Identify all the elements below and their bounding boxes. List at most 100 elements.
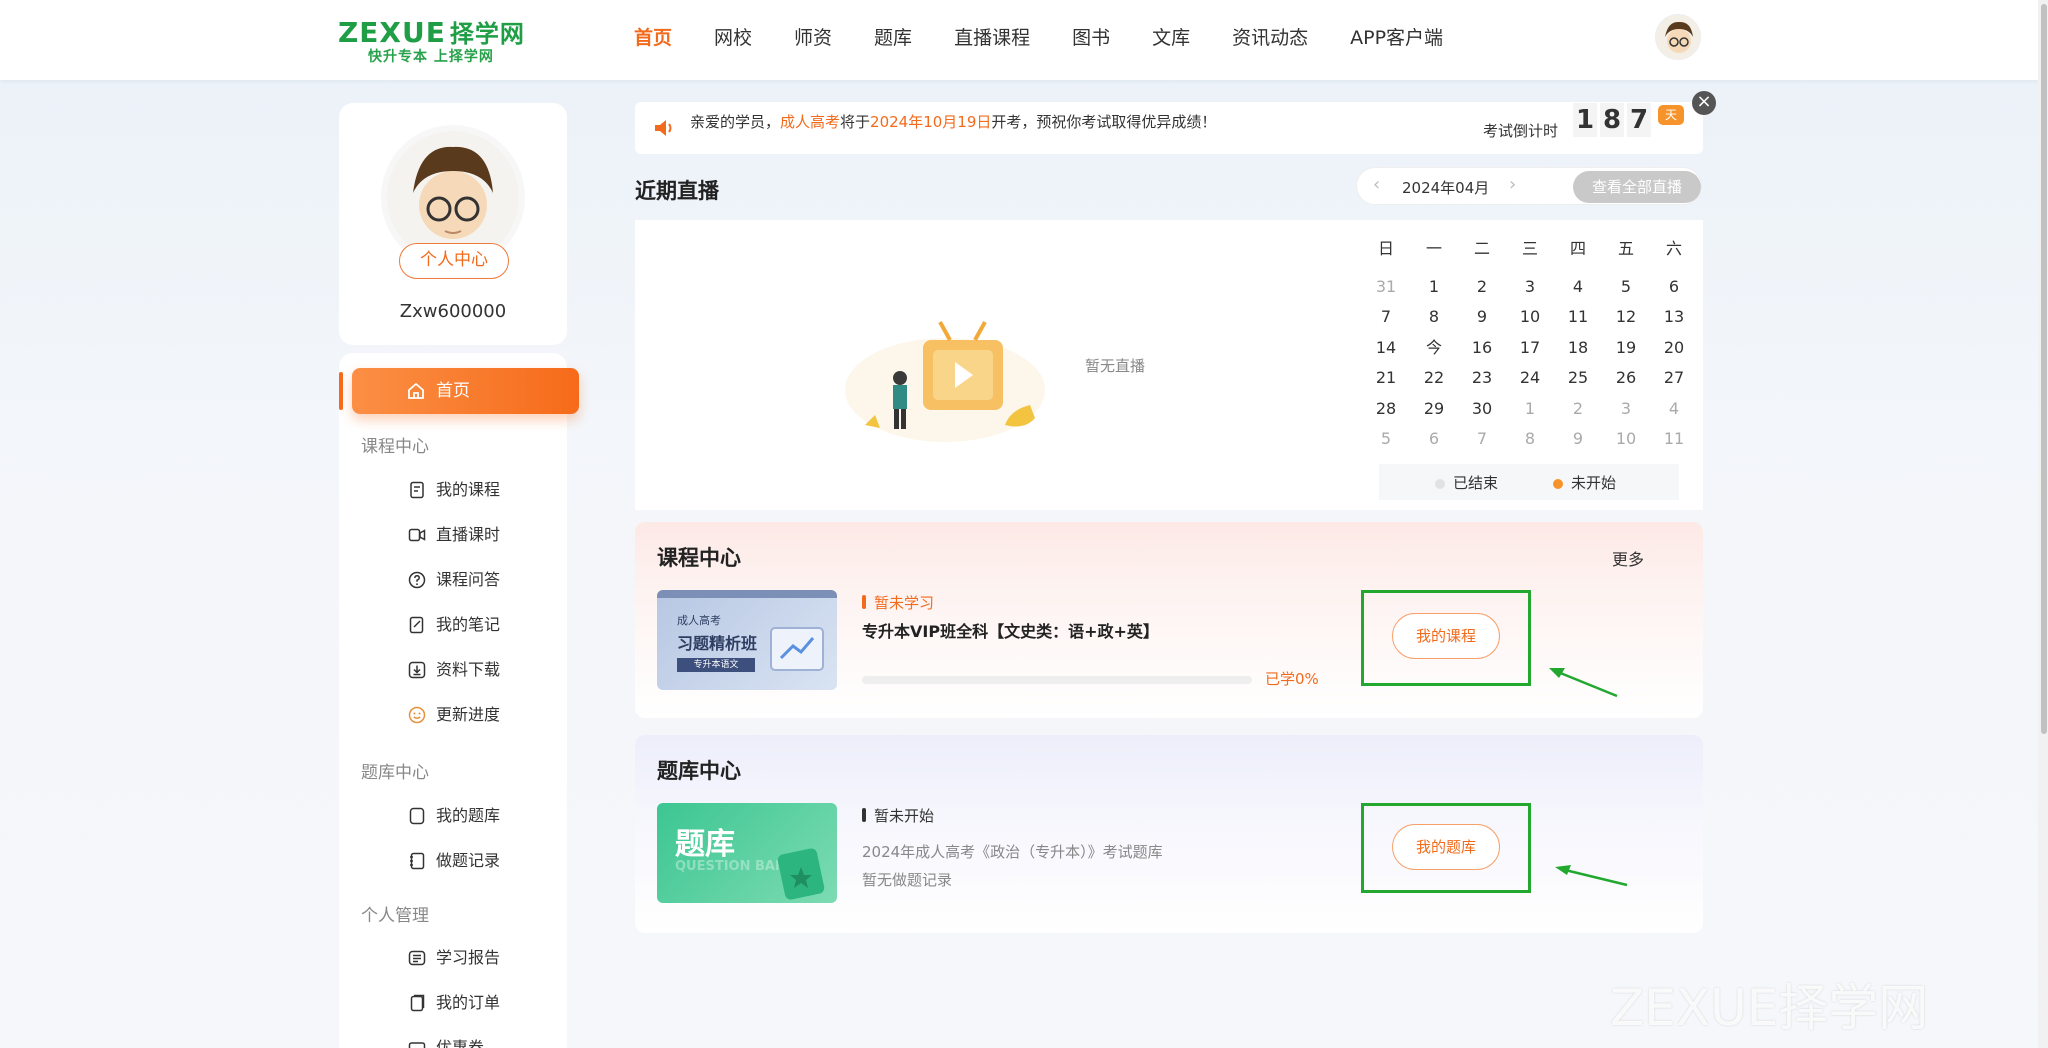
nav-news[interactable]: 资讯动态 (1232, 24, 1308, 52)
record-icon (410, 852, 425, 870)
sidebar-item-coupons[interactable]: 优惠券 (408, 1036, 484, 1048)
sidebar-item-live-lessons[interactable]: 直播课时 (408, 523, 500, 547)
nav-online-school[interactable]: 网校 (714, 24, 752, 52)
calendar-day[interactable]: 25 (1554, 363, 1602, 394)
my-courses-button[interactable]: 我的课程 (1392, 613, 1500, 659)
nav-app[interactable]: APP客户端 (1350, 24, 1443, 52)
course-thumbnail[interactable]: 成人高考 习题精析班 专升本语文 (657, 590, 837, 690)
more-link[interactable]: 更多 (1612, 546, 1644, 570)
sidebar-item-my-courses[interactable]: 我的课程 (408, 478, 500, 502)
nav-books[interactable]: 图书 (1072, 24, 1110, 52)
sidebar-item-my-notes[interactable]: 我的笔记 (408, 613, 500, 637)
chevron-right-icon[interactable]: › (1509, 174, 1516, 195)
calendar-day[interactable]: 18 (1554, 333, 1602, 364)
calendar-day[interactable]: 11 (1554, 302, 1602, 333)
calendar-day[interactable]: 9 (1554, 424, 1602, 455)
personal-center-button[interactable]: 个人中心 (399, 243, 509, 279)
main-nav: 首页 网校 师资 题库 直播课程 图书 文库 资讯动态 APP客户端 (634, 24, 1485, 52)
calendar-day[interactable]: 26 (1602, 363, 1650, 394)
site-logo[interactable]: ZEXUE 择学网 快升专本 上择学网 (338, 14, 538, 66)
sidebar-item-update-progress[interactable]: 更新进度 (408, 703, 500, 727)
profile-card: 个人中心 Zxw600000 (339, 103, 567, 345)
calendar-day[interactable]: 5 (1602, 272, 1650, 303)
nav-home[interactable]: 首页 (634, 24, 672, 52)
note-icon (409, 616, 424, 634)
sidebar-home-label: 首页 (436, 381, 470, 401)
calendar-day[interactable]: 31 (1362, 272, 1410, 303)
month-picker: ‹ 2024年04月 › 查看全部直播 (1356, 167, 1702, 205)
calendar-day[interactable]: 13 (1650, 302, 1698, 333)
calendar-day[interactable]: 17 (1506, 333, 1554, 364)
sidebar-item-my-orders[interactable]: 我的订单 (408, 991, 500, 1015)
calendar-day-today[interactable]: 今 (1410, 333, 1458, 364)
calendar-day[interactable]: 24 (1506, 363, 1554, 394)
sidebar-item-downloads[interactable]: 资料下载 (408, 658, 500, 682)
calendar-day[interactable]: 22 (1410, 363, 1458, 394)
chevron-left-icon[interactable]: ‹ (1373, 174, 1380, 195)
calendar-day[interactable]: 6 (1410, 424, 1458, 455)
calendar-day[interactable]: 12 (1602, 302, 1650, 333)
my-question-bank-button[interactable]: 我的题库 (1392, 824, 1500, 870)
user-avatar[interactable] (1655, 14, 1701, 60)
calendar-day[interactable]: 1 (1410, 272, 1458, 303)
top-navbar: ZEXUE 择学网 快升专本 上择学网 首页 网校 师资 题库 直播课程 图书 文… (0, 0, 2048, 80)
sidebar-item-home[interactable]: 首页 (352, 368, 579, 414)
notice-text: 亲爱的学员，成人高考将于2024年10月19日开考，预祝你考试取得优异成绩！ (690, 113, 1217, 131)
calendar-day[interactable]: 2 (1458, 272, 1506, 303)
question-bank-title[interactable]: 2024年成人高考《政治（专升本）》考试题库 (862, 841, 1163, 862)
ended-dot-icon (1435, 479, 1445, 489)
calendar-weekdays: 日 一 二 三 四 五 六 (1362, 234, 1698, 265)
nav-live-courses[interactable]: 直播课程 (954, 24, 1030, 52)
calendar-day[interactable]: 3 (1506, 272, 1554, 303)
arrow-annotation-icon (1549, 668, 1618, 698)
question-icon (408, 571, 426, 589)
calendar-day[interactable]: 21 (1362, 363, 1410, 394)
nav-library[interactable]: 文库 (1152, 24, 1190, 52)
thumb-title: 习题精析班 (677, 634, 758, 653)
calendar-day[interactable]: 16 (1458, 333, 1506, 364)
sidebar-item-my-question-bank[interactable]: 我的题库 (408, 804, 500, 828)
thumb-title: 题库 (675, 827, 735, 862)
sidebar-item-study-report[interactable]: 学习报告 (408, 946, 500, 970)
question-bank-thumbnail[interactable]: 题库 QUESTION BANK (657, 803, 837, 903)
calendar-day[interactable]: 4 (1554, 272, 1602, 303)
order-icon (410, 994, 425, 1012)
calendar-day[interactable]: 7 (1362, 302, 1410, 333)
course-title[interactable]: 专升本VIP班全科【文史类：语+政+英】 (862, 618, 1159, 642)
sidebar-section-question-bank: 题库中心 (361, 763, 429, 783)
calendar-day[interactable]: 8 (1506, 424, 1554, 455)
calendar-day[interactable]: 4 (1650, 394, 1698, 425)
speaker-icon (655, 120, 672, 136)
calendar-day[interactable]: 23 (1458, 363, 1506, 394)
calendar-day[interactable]: 3 (1602, 394, 1650, 425)
calendar-day[interactable]: 14 (1362, 333, 1410, 364)
calendar-day[interactable]: 6 (1650, 272, 1698, 303)
calendar-day[interactable]: 8 (1410, 302, 1458, 333)
calendar-day[interactable]: 27 (1650, 363, 1698, 394)
calendar-day[interactable]: 20 (1650, 333, 1698, 364)
nav-question-bank[interactable]: 题库 (874, 24, 912, 52)
calendar-day[interactable]: 19 (1602, 333, 1650, 364)
sidebar-item-practice-records[interactable]: 做题记录 (408, 849, 500, 873)
close-icon[interactable]: × (1692, 91, 1716, 115)
calendar-day[interactable]: 28 (1362, 394, 1410, 425)
calendar-day[interactable]: 5 (1362, 424, 1410, 455)
calendar-day[interactable]: 11 (1650, 424, 1698, 455)
calendar-day[interactable]: 10 (1506, 302, 1554, 333)
view-all-live-button[interactable]: 查看全部直播 (1573, 171, 1701, 203)
calendar-day[interactable]: 7 (1458, 424, 1506, 455)
report-icon (408, 950, 426, 966)
download-icon (408, 661, 426, 679)
calendar-day[interactable]: 1 (1506, 394, 1554, 425)
calendar-day[interactable]: 29 (1410, 394, 1458, 425)
nav-teachers[interactable]: 师资 (794, 24, 832, 52)
scrollbar-thumb[interactable] (2041, 4, 2047, 734)
calendar-day[interactable]: 9 (1458, 302, 1506, 333)
sidebar-item-course-qa[interactable]: 课程问答 (408, 568, 500, 592)
smile-icon (408, 706, 426, 724)
calendar-day[interactable]: 2 (1554, 394, 1602, 425)
sidebar (339, 353, 567, 1048)
calendar-day[interactable]: 30 (1458, 394, 1506, 425)
calendar: 日 一 二 三 四 五 六 31 1 2 3 4 5 6 7 8 9 10 11… (1362, 234, 1698, 455)
calendar-day[interactable]: 10 (1602, 424, 1650, 455)
